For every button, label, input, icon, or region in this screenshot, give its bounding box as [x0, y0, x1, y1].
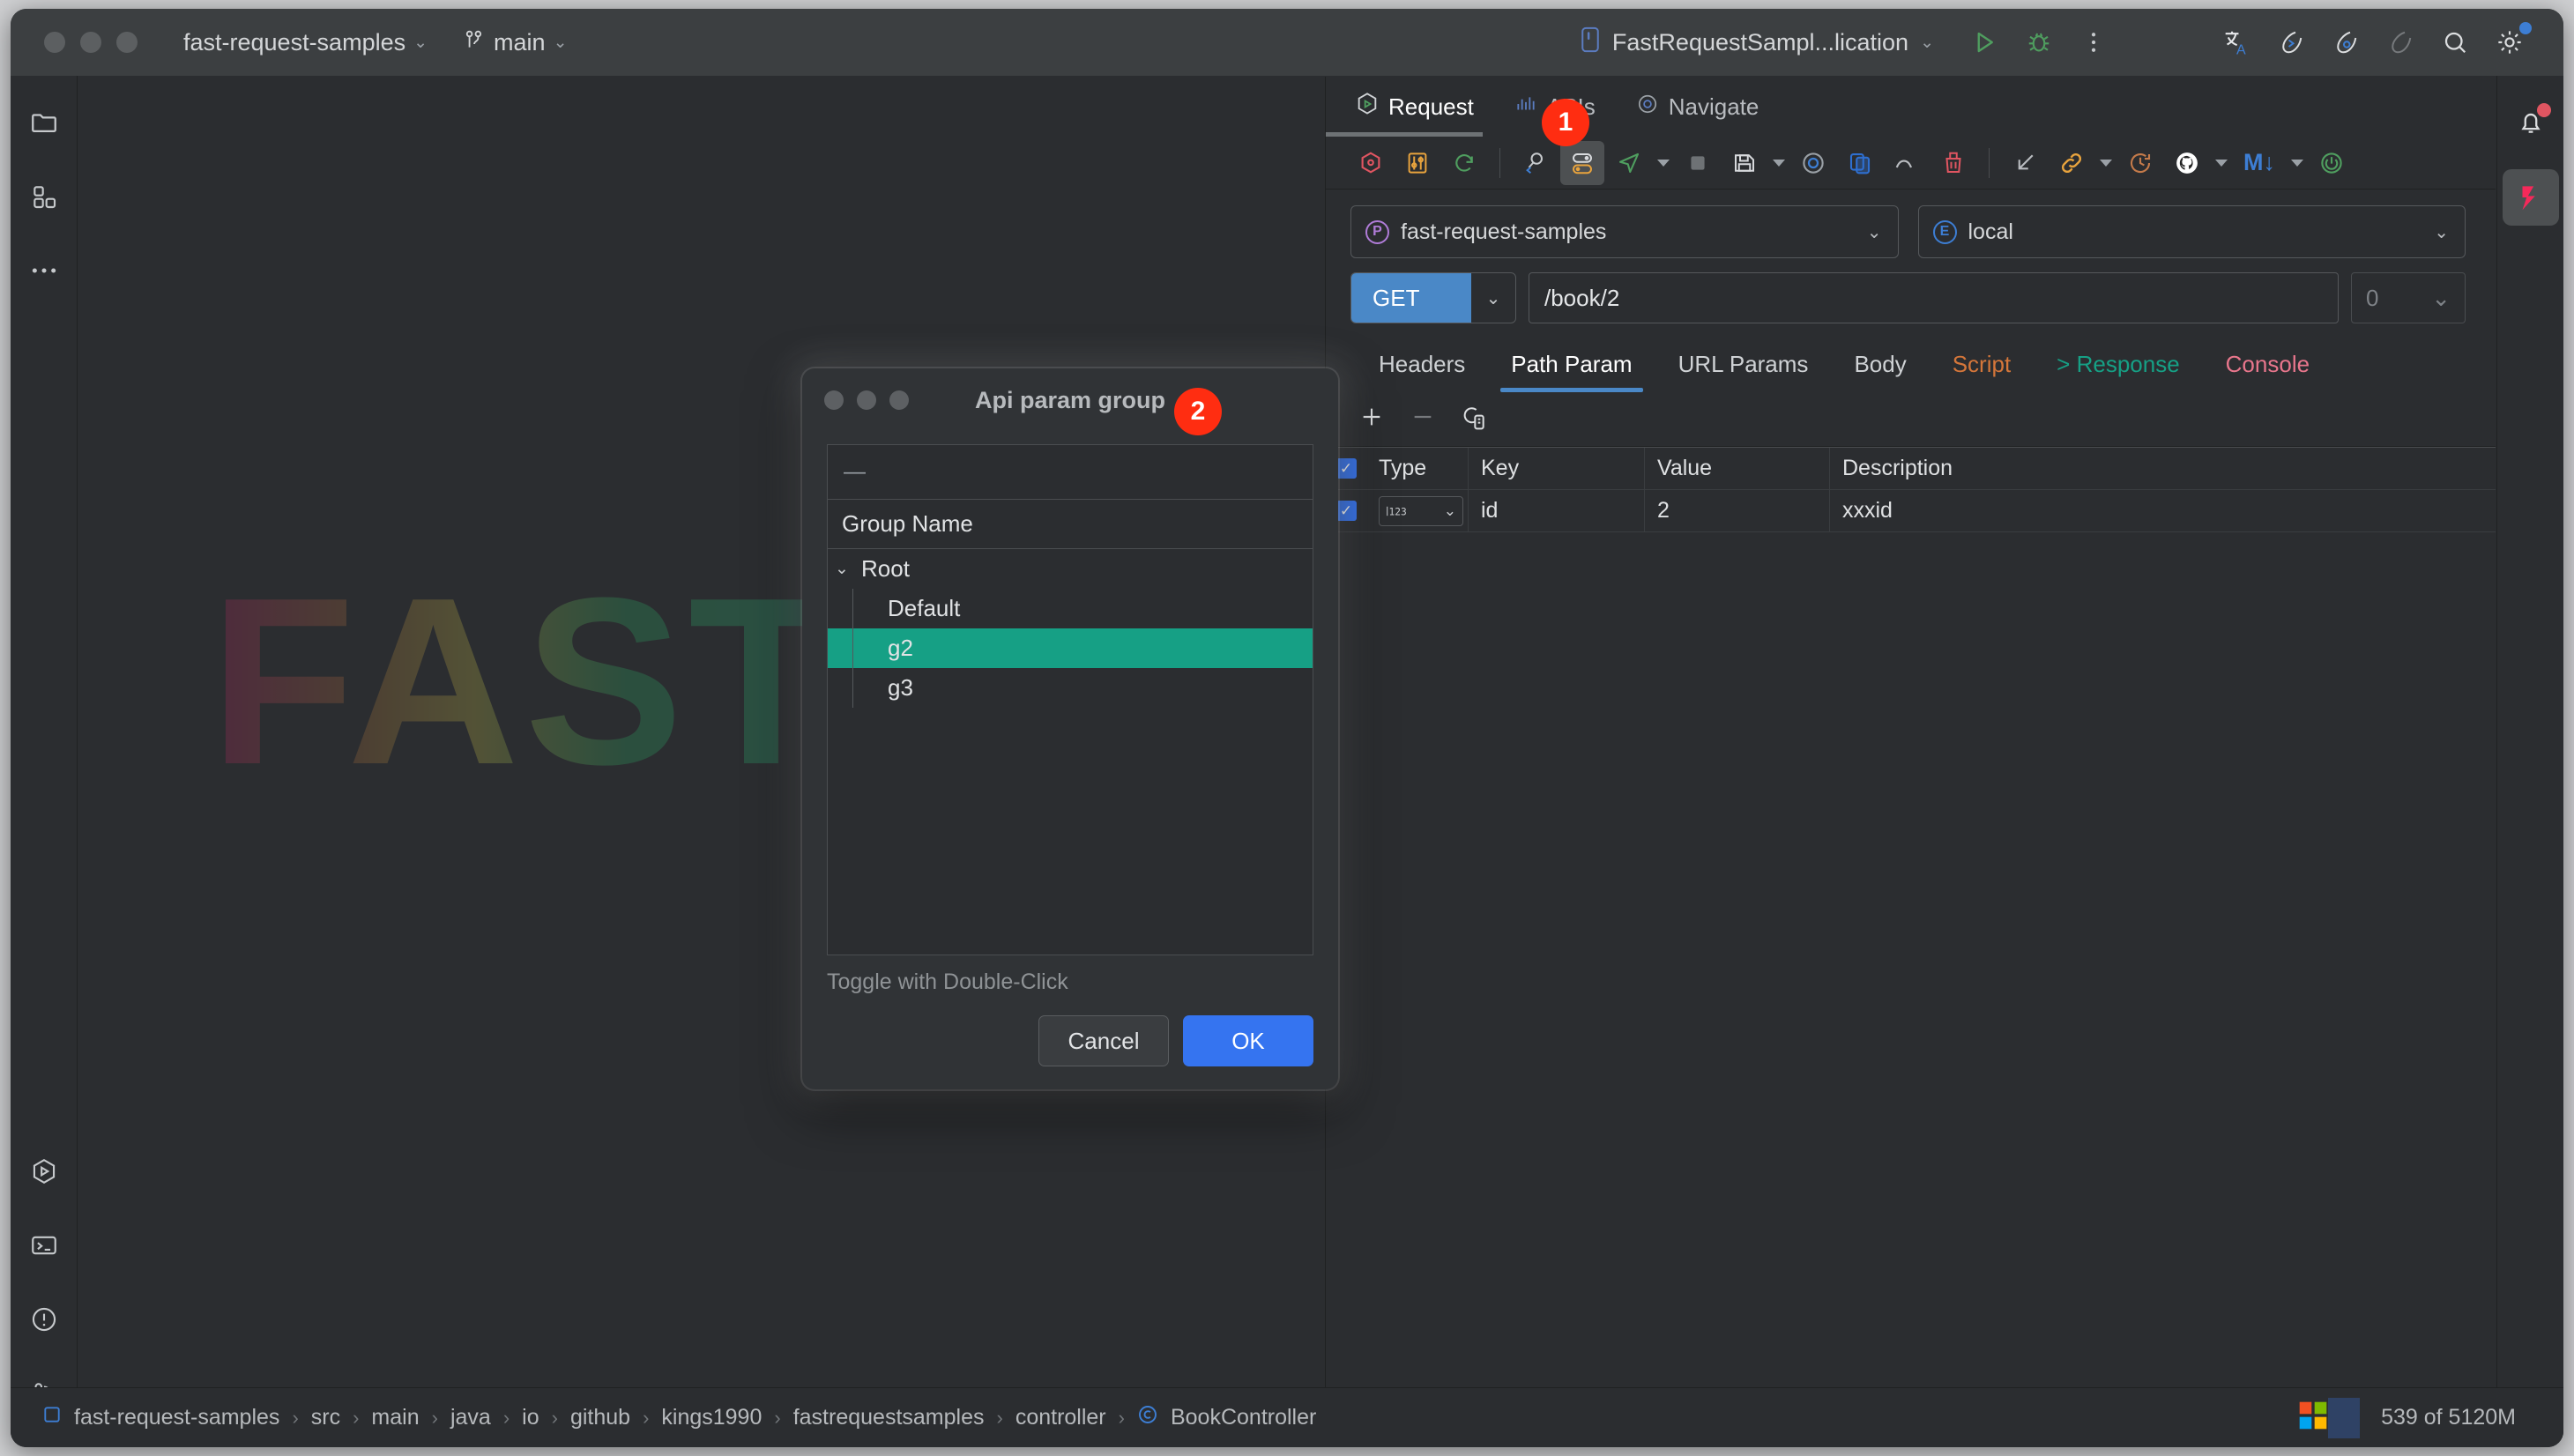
tree-node-default[interactable]: Default [828, 589, 1313, 628]
dialog-buttons: Cancel OK [1038, 1015, 1313, 1066]
group-search-input[interactable]: — [828, 445, 1313, 500]
ide-window: fast-request-samples ⌄ main ⌄ [11, 9, 2563, 1447]
dialog-hint: Toggle with Double-Click [827, 969, 1338, 995]
group-search-value: — [844, 459, 866, 485]
api-param-group-dialog: Api param group — Group Name ⌄ Root Defa… [802, 368, 1338, 1089]
tree-node-g3[interactable]: g3 [828, 668, 1313, 708]
dialog-title-bar: Api param group [802, 368, 1338, 432]
tree-node-g2[interactable]: g2 [828, 628, 1313, 668]
tree-node-root[interactable]: ⌄ Root [828, 549, 1313, 589]
cancel-button[interactable]: Cancel [1038, 1015, 1169, 1066]
group-tree-container: — Group Name ⌄ Root Default g2 g3 [827, 444, 1313, 955]
tree-node-default-label: Default [888, 595, 960, 622]
annotation-badge-1: 1 [1542, 99, 1589, 146]
annotation-badge-2: 2 [1174, 388, 1222, 435]
tree-node-root-label: Root [861, 555, 910, 583]
group-name-column-header: Group Name [828, 500, 1313, 549]
modal-overlay: Api param group — Group Name ⌄ Root Defa… [11, 9, 2563, 1447]
tree-node-g3-label: g3 [888, 674, 913, 702]
tree-node-g2-label: g2 [888, 635, 913, 662]
dialog-title: Api param group [802, 387, 1338, 414]
ok-button[interactable]: OK [1183, 1015, 1313, 1066]
chevron-down-icon[interactable]: ⌄ [835, 559, 861, 579]
